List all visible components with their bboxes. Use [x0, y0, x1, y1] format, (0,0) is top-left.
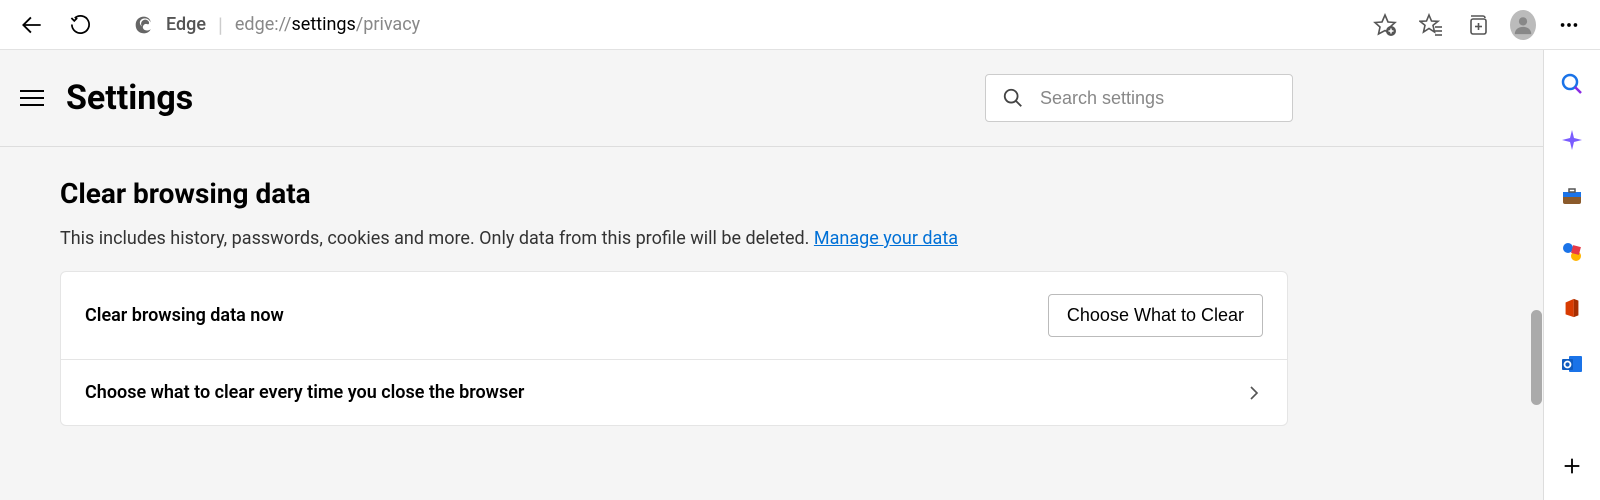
search-icon: [1002, 87, 1024, 109]
section-description: This includes history, passwords, cookie…: [60, 228, 1483, 249]
search-input[interactable]: [1040, 88, 1276, 109]
main-area: Settings Clear browsing data This includ…: [0, 50, 1544, 500]
sidebar-office-icon[interactable]: [1558, 294, 1586, 322]
url-text: edge://settings/privacy: [235, 14, 420, 35]
chevron-right-icon: [1245, 384, 1263, 402]
sidebar-briefcase-icon[interactable]: [1558, 182, 1586, 210]
choose-what-to-clear-button[interactable]: Choose What to Clear: [1048, 294, 1263, 337]
separator: |: [218, 13, 223, 37]
sidebar-search-icon[interactable]: [1558, 70, 1586, 98]
manage-your-data-link[interactable]: Manage your data: [814, 228, 958, 249]
address-bar[interactable]: Edge | edge://settings/privacy: [114, 7, 1352, 43]
settings-header: Settings: [0, 50, 1543, 147]
edge-label: Edge: [166, 14, 206, 35]
star-add-icon[interactable]: [1372, 12, 1398, 38]
search-box[interactable]: [985, 74, 1293, 122]
page-container: Settings Clear browsing data This includ…: [0, 50, 1600, 500]
section-title: Clear browsing data: [60, 177, 1483, 210]
clear-on-close-row[interactable]: Choose what to clear every time you clos…: [61, 360, 1287, 425]
refresh-button[interactable]: [66, 11, 94, 39]
toolbar-right: [1372, 12, 1582, 38]
page-title: Settings: [66, 78, 193, 118]
sidebar-games-icon[interactable]: [1558, 238, 1586, 266]
back-button[interactable]: [18, 11, 46, 39]
menu-button[interactable]: [20, 86, 44, 110]
sidebar-add-icon[interactable]: [1558, 452, 1586, 480]
edge-sidebar: [1544, 50, 1600, 500]
sidebar-star-icon[interactable]: [1558, 126, 1586, 154]
favorites-icon[interactable]: [1418, 12, 1444, 38]
browser-toolbar: Edge | edge://settings/privacy: [0, 0, 1600, 50]
settings-card: Clear browsing data now Choose What to C…: [60, 271, 1288, 426]
sidebar-outlook-icon[interactable]: [1558, 350, 1586, 378]
edge-logo-icon: [134, 15, 154, 35]
profile-avatar[interactable]: [1510, 12, 1536, 38]
avatar-icon: [1510, 10, 1536, 40]
clear-now-row: Clear browsing data now Choose What to C…: [61, 272, 1287, 360]
collections-icon[interactable]: [1464, 12, 1490, 38]
scrollbar-thumb[interactable]: [1531, 310, 1542, 405]
scrollbar[interactable]: [1529, 50, 1543, 500]
clear-now-label: Clear browsing data now: [85, 305, 284, 326]
section-content: Clear browsing data This includes histor…: [0, 147, 1543, 456]
more-button[interactable]: [1556, 12, 1582, 38]
clear-on-close-label: Choose what to clear every time you clos…: [85, 382, 524, 403]
